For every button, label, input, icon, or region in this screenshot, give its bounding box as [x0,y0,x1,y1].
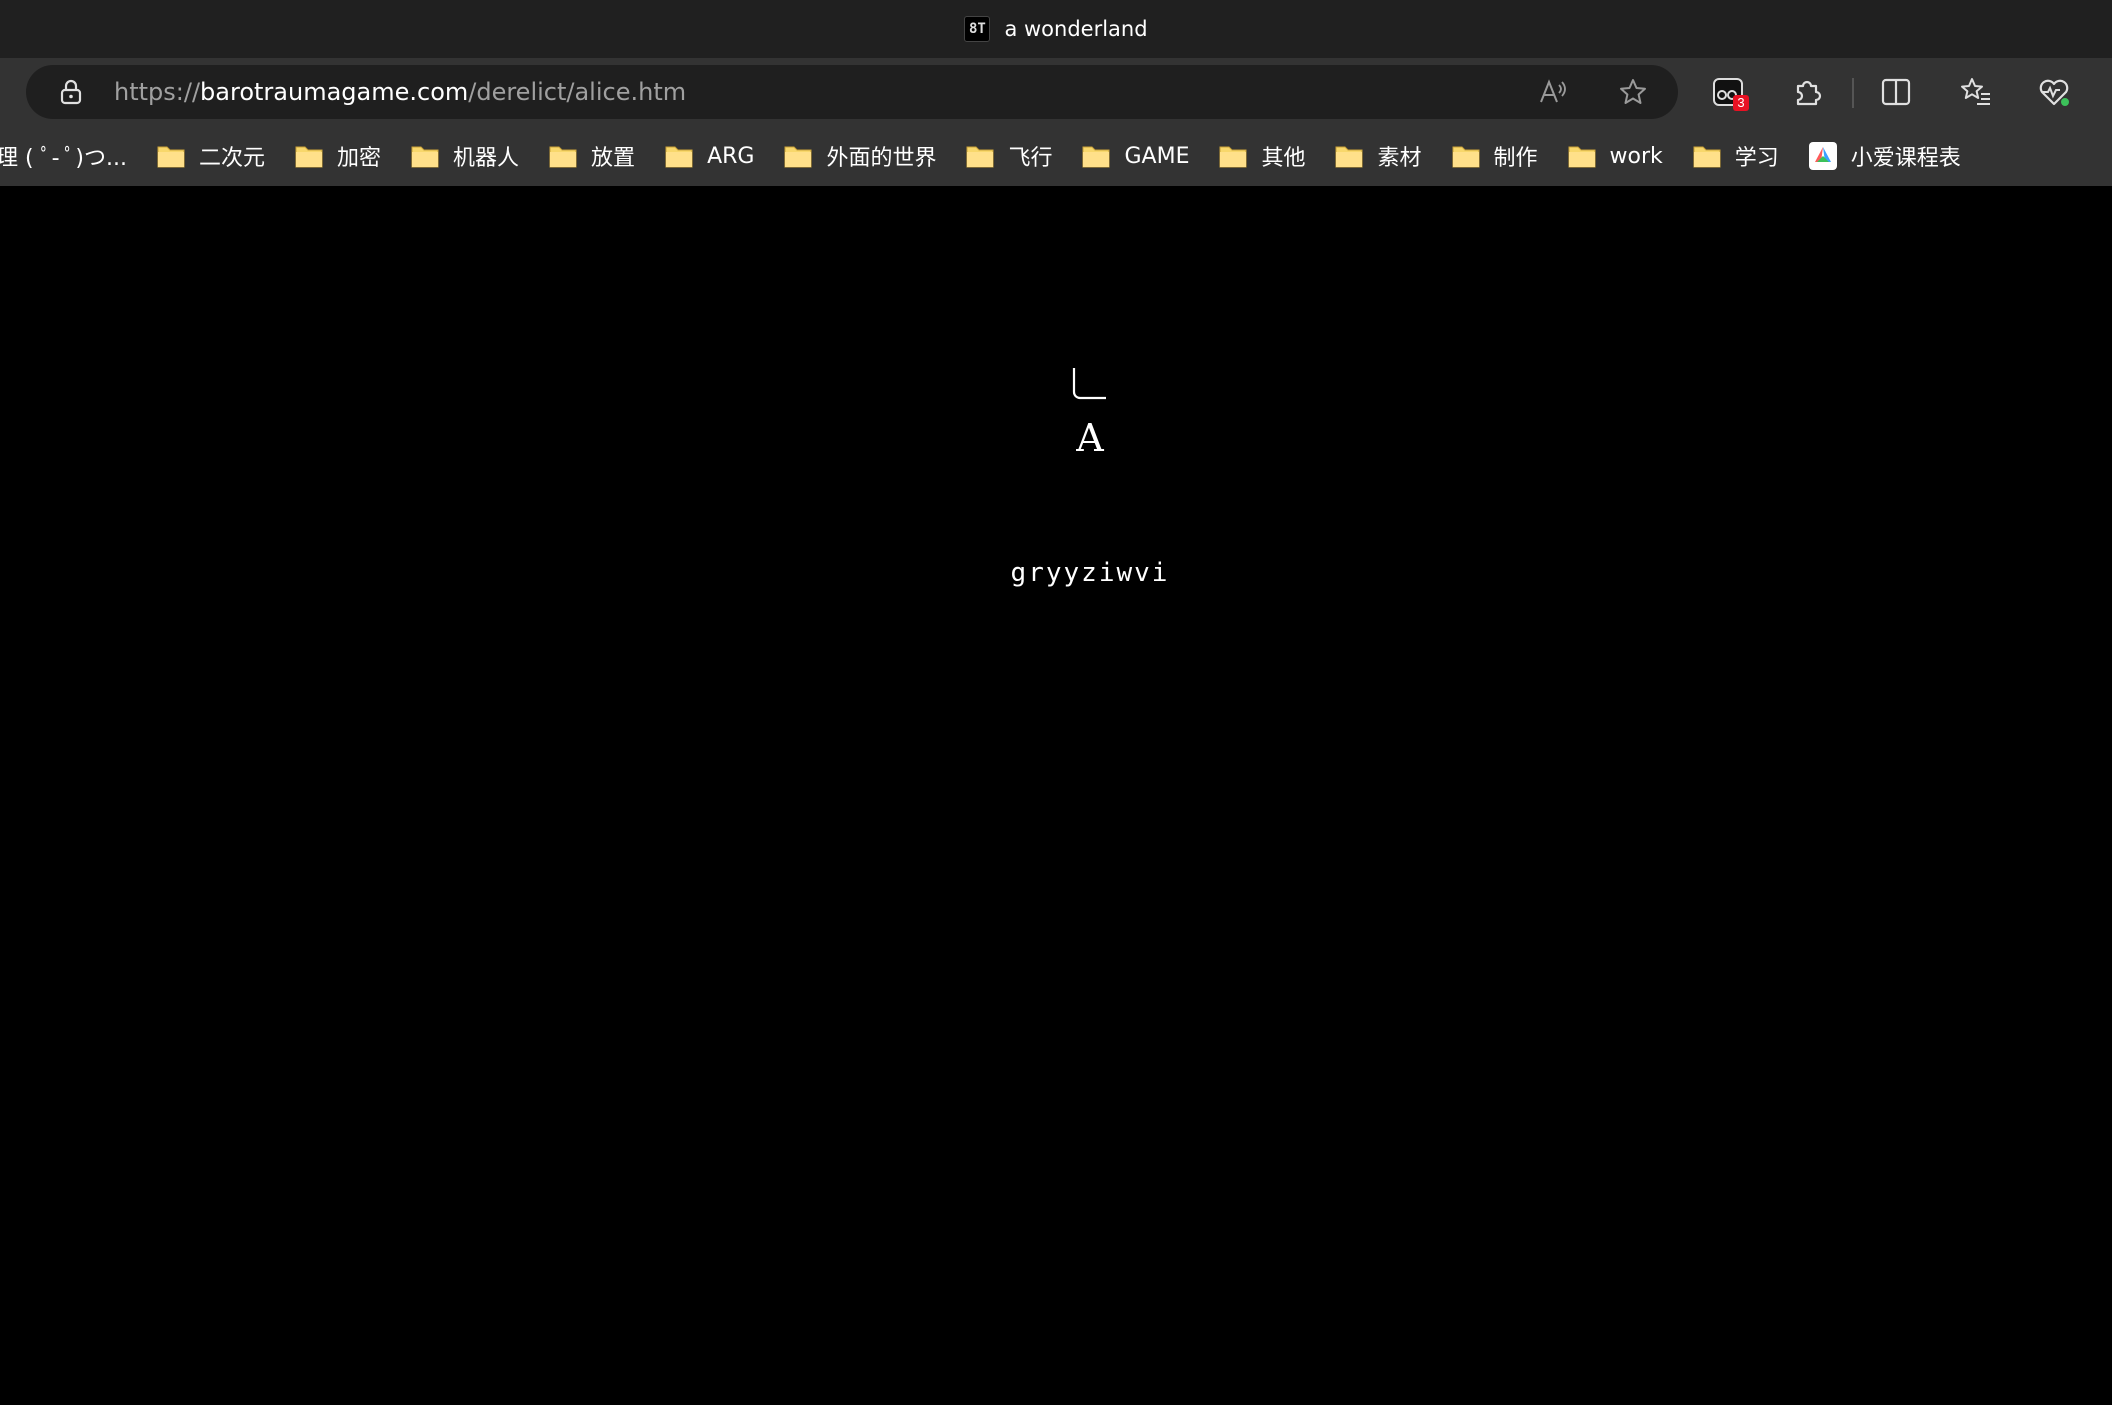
bookmark-label: 飞行 [1008,146,1053,171]
url-scheme: https:// [114,78,201,106]
bookmark-folder[interactable]: 外面的世界 [784,134,936,178]
glyph-letter: A [1076,416,1104,460]
bookmark-item[interactable]: 理 ( ﾟ- ﾟ)つ... [0,134,127,178]
split-screen-icon[interactable] [1879,75,1913,109]
bookmark-folder[interactable]: 放置 [549,134,635,178]
corner-glyph-icon [1072,368,1106,400]
folder-icon [157,146,185,168]
folder-icon [1219,146,1247,168]
url-path: /derelict/alice.htm [468,78,687,106]
bookmark-folder[interactable]: 素材 [1335,134,1422,178]
folder-icon [966,146,994,168]
extensions-puzzle-icon[interactable] [1791,75,1825,109]
bookmark-folder[interactable]: ARG [665,134,754,178]
tab-favicon-icon: 8T [964,16,991,42]
bookmark-folder[interactable]: 二次元 [157,134,265,178]
toolbar-separator [1852,78,1854,108]
bookmark-folder[interactable]: 加密 [295,134,381,178]
folder-icon [1568,146,1596,168]
bookmark-label: 制作 [1493,146,1538,171]
address-bar[interactable]: https://barotraumagame.com/derelict/alic… [26,65,1678,119]
bookmark-folder[interactable]: GAME [1082,134,1189,178]
bookmark-folder[interactable]: work [1568,134,1663,178]
extension-badge: 3 [1733,95,1749,111]
folder-icon [295,146,323,168]
bookmark-folder[interactable]: 学习 [1693,134,1779,178]
bookmark-folder[interactable]: 飞行 [966,134,1052,178]
page-content: A gryyziwvi [0,186,2112,1405]
folder-icon [549,146,577,168]
bookmark-label: 外面的世界 [826,146,937,171]
title-bar: 8T a wonderland [0,0,2112,58]
bookmark-label: 机器人 [453,146,520,171]
folder-icon [784,146,812,168]
read-aloud-icon[interactable] [1538,77,1568,107]
bookmark-label: 小爱课程表 [1850,146,1961,171]
url-host: barotraumagame.com [200,78,469,106]
folder-icon [1452,146,1479,168]
bookmark-label: 二次元 [199,146,266,171]
favorites-icon[interactable] [1959,75,1993,109]
tab-title[interactable]: a wonderland [1004,17,1147,41]
course-schedule-app-icon [1808,142,1837,170]
bookmark-label: 放置 [591,146,636,171]
folder-icon [411,146,439,168]
bookmark-label: work [1609,143,1663,169]
url-text[interactable]: https://barotraumagame.com/derelict/alic… [114,65,686,119]
extension-icon[interactable]: 3 [1711,75,1749,111]
add-favorite-icon[interactable] [1618,77,1648,107]
bookmark-label: 其他 [1261,146,1306,171]
bookmark-label: 加密 [337,146,382,171]
bookmark-label: GAME [1124,143,1190,169]
folder-icon [1335,146,1363,168]
bookmark-label: 理 ( ﾟ- ﾟ)つ... [0,146,127,171]
lock-icon[interactable] [58,79,84,105]
bookmark-label: ARG [707,143,755,169]
browser-toolbar: https://barotraumagame.com/derelict/alic… [0,58,2112,126]
bookmark-folder[interactable]: 机器人 [411,134,519,178]
bookmark-label: 素材 [1377,146,1422,171]
folder-icon [1082,146,1110,168]
bookmark-folder[interactable]: 其他 [1219,134,1305,178]
bookmarks-bar: 理 ( ﾟ- ﾟ)つ... 二次元 加密 机器人 放置 ARG 外面的世界 飞行… [0,126,2112,186]
folder-icon [665,146,693,168]
cipher-text: gryyziwvi [1010,558,1170,588]
browser-health-icon[interactable] [2037,75,2071,109]
bookmark-folder[interactable]: 制作 [1452,134,1538,178]
folder-icon [1693,146,1721,168]
bookmark-label: 学习 [1734,146,1779,171]
bookmark-app[interactable]: 小爱课程表 [1808,134,1961,178]
